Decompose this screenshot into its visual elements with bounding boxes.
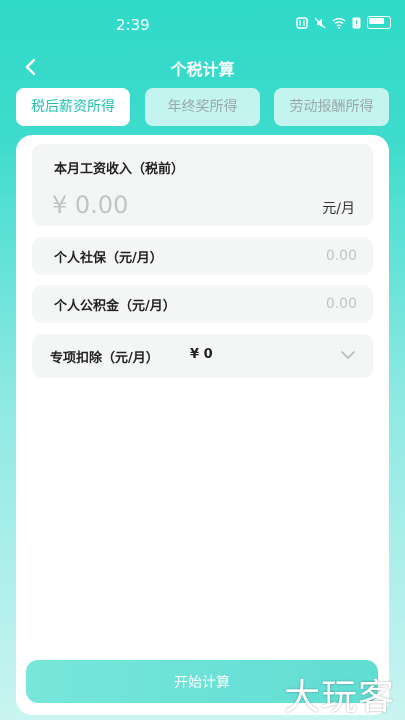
tab-bar: 税后薪资所得 年终奖所得 劳动报酬所得	[16, 88, 389, 126]
page-title: 个税计算	[170, 60, 235, 79]
social-insurance-field-group: 个人社保（元/月）	[32, 237, 373, 275]
status-icons	[296, 16, 391, 29]
tab-year-end-bonus[interactable]: 年终奖所得	[145, 88, 260, 126]
battery-icon	[367, 16, 391, 29]
sim-alert-icon	[352, 17, 361, 28]
watermark-logo: 大玩客	[283, 677, 395, 718]
housing-fund-input[interactable]	[237, 294, 357, 314]
status-time: 2:39	[116, 16, 150, 34]
special-deduction-dropdown[interactable]: 专项扣除（元/月） ¥ 0	[32, 334, 373, 378]
chevron-down-icon	[341, 351, 355, 359]
calculator-card: 本月工资收入（税前） 元/月 个人社保（元/月） 个人公积金（元/月） 专项扣除…	[16, 135, 389, 715]
special-deduction-value: ¥ 0	[190, 347, 213, 362]
social-insurance-label: 个人社保（元/月）	[54, 251, 163, 266]
special-deduction-label: 专项扣除（元/月）	[50, 351, 159, 366]
social-insurance-input[interactable]	[237, 246, 357, 266]
nfc-icon	[296, 16, 308, 29]
housing-fund-label: 个人公积金（元/月）	[54, 299, 176, 314]
housing-fund-field-group: 个人公积金（元/月）	[32, 285, 373, 323]
status-bar: 2:39	[0, 0, 405, 48]
income-input[interactable]	[52, 190, 272, 220]
income-unit: 元/月	[322, 201, 355, 217]
income-field-group: 本月工资收入（税前） 元/月	[32, 144, 373, 226]
income-label: 本月工资收入（税前）	[54, 162, 185, 177]
mute-icon	[314, 17, 326, 28]
tab-after-tax-salary[interactable]: 税后薪资所得	[16, 88, 130, 126]
nav-header: 个税计算	[0, 50, 405, 84]
wifi-icon	[332, 17, 346, 29]
tab-labor-remuneration[interactable]: 劳动报酬所得	[274, 88, 389, 126]
